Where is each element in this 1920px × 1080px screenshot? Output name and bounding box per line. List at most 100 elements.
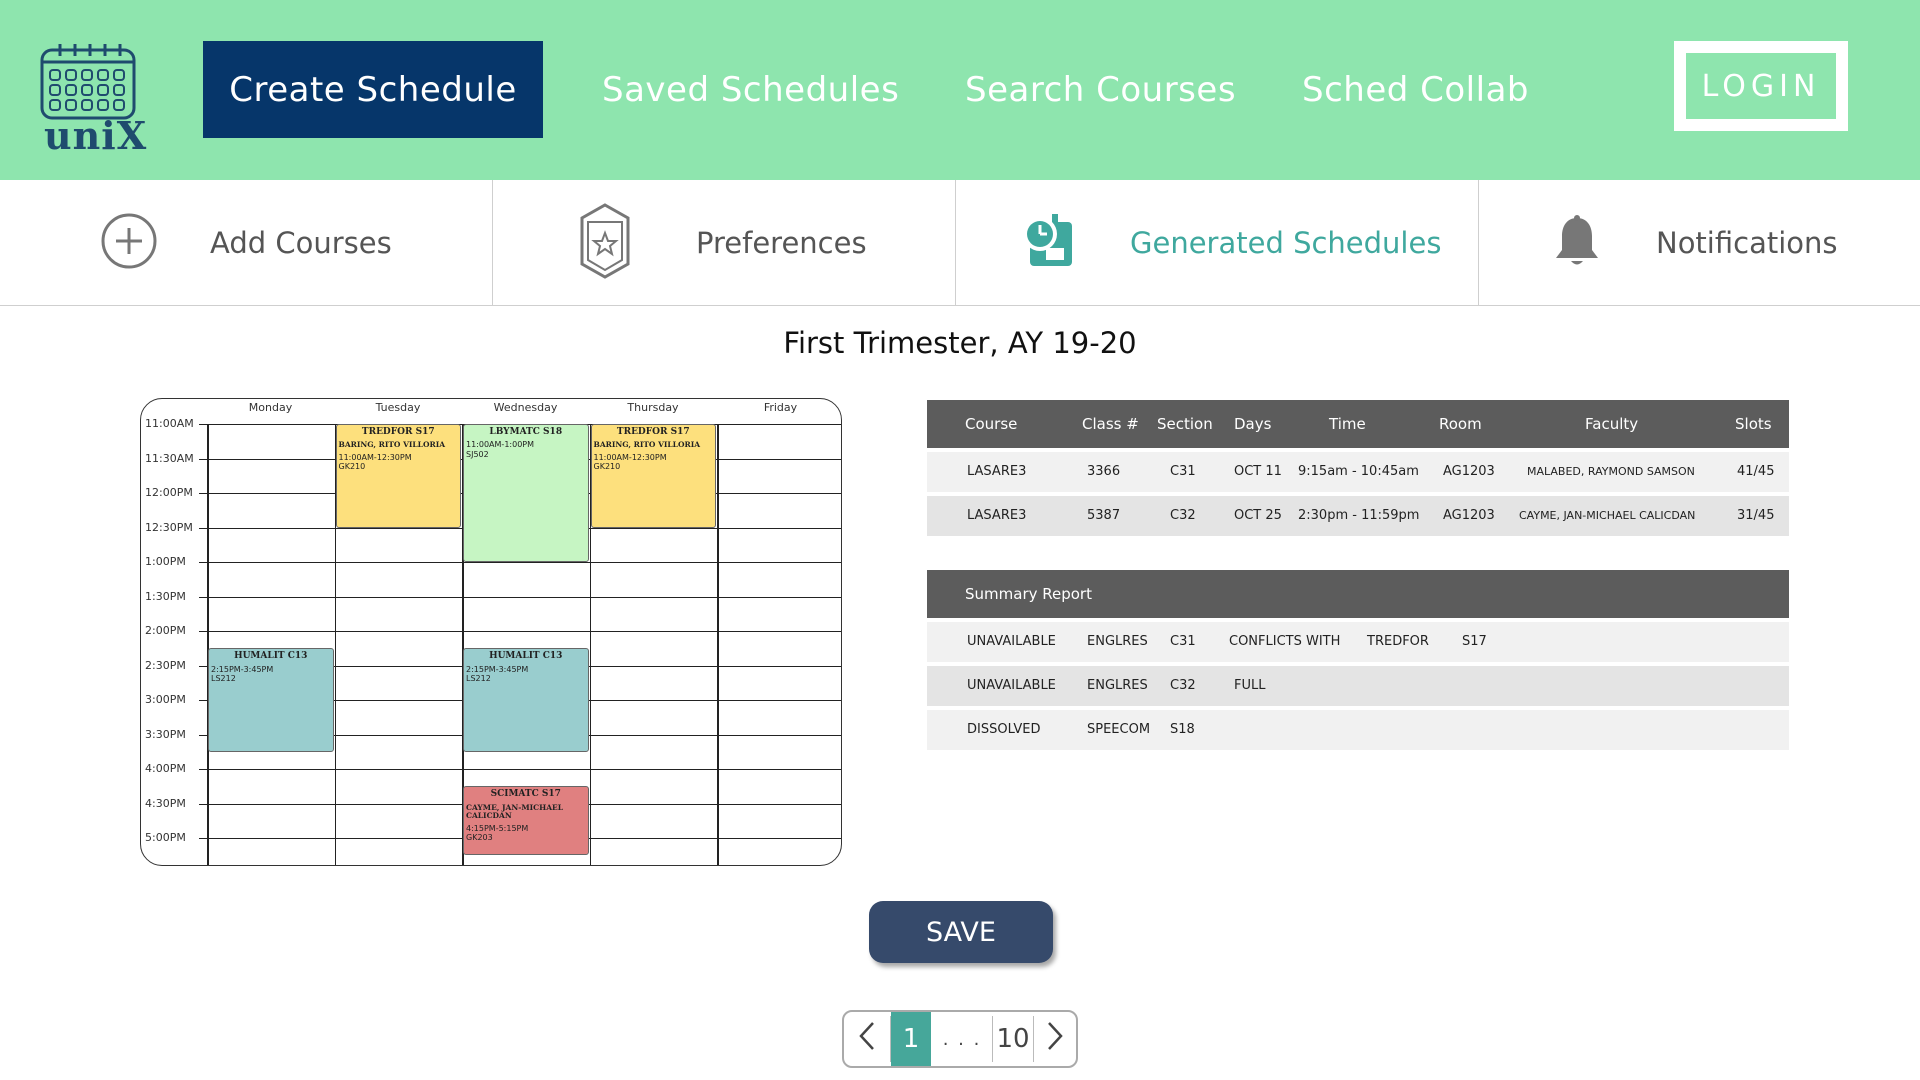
nav-search-courses[interactable]: Search Courses (965, 41, 1236, 138)
nav-create-schedule[interactable]: Create Schedule (203, 41, 543, 138)
cell-section: C32 (1170, 678, 1196, 693)
cell-room: AG1203 (1443, 508, 1495, 523)
tab-notifications[interactable]: Notifications (1554, 180, 1838, 306)
tab-notifications-label: Notifications (1656, 226, 1838, 260)
nav-sched-collab[interactable]: Sched Collab (1302, 41, 1529, 138)
summary-row: DISSOLVED SPEECOM S18 (927, 710, 1789, 750)
time-label: 11:00AM (145, 417, 194, 430)
chevron-left-icon (858, 1021, 876, 1058)
day-label: Friday (763, 401, 798, 414)
pagination: 1 . . . 10 (842, 1010, 1078, 1068)
summary-report-header: Summary Report (927, 570, 1789, 618)
time-label: 11:30AM (145, 451, 194, 465)
col-time: Time (1329, 415, 1366, 433)
cell-class-number: 3366 (1087, 464, 1121, 479)
page-last[interactable]: 10 (993, 1012, 1033, 1066)
col-days: Days (1234, 415, 1272, 433)
class-block-time: 2:15PM-3:45PM (211, 664, 274, 674)
day-label: Monday (248, 401, 293, 414)
class-block[interactable]: TREDFOR S17 BARING, RITO VILLORIA 11:00AM-… (590, 424, 716, 528)
login-button[interactable]: LOGIN (1674, 41, 1848, 131)
day-label: Thursday (627, 401, 679, 414)
cell-section: S18 (1170, 722, 1195, 737)
col-class-number: Class # (1082, 415, 1139, 433)
class-block-time: 2:15PM-3:45PM (466, 664, 529, 674)
time-label: 1:00PM (145, 555, 186, 568)
time-tick (199, 769, 207, 770)
cell-status: UNAVAILABLE (967, 678, 1056, 693)
cell-section: C31 (1170, 634, 1196, 649)
sub-tabs: Add Courses Preferences Generated Schedu… (0, 180, 1920, 306)
class-block-faculty: BARING, RITO VILLORIA (338, 440, 446, 450)
cell-course: ENGLRES (1087, 634, 1148, 649)
class-block-room: LS212 (466, 673, 491, 683)
tab-divider (1478, 180, 1479, 306)
weekly-calendar: Monday Tuesday Wednesday Thursday Friday 11:0… (140, 398, 842, 866)
day-label: Tuesday (375, 401, 421, 414)
cell-status: UNAVAILABLE (967, 634, 1056, 649)
time-tick (199, 734, 207, 736)
next-page-button[interactable] (1034, 1012, 1076, 1066)
top-navbar: uniX Create Schedule Saved Schedules Sea… (0, 0, 1920, 180)
tab-add-courses[interactable]: Add Courses (100, 180, 392, 306)
page-ellipsis: . . . (942, 1028, 982, 1050)
time-label: 3:30PM (145, 727, 186, 741)
col-slots: Slots (1735, 415, 1772, 433)
time-label: 3:00PM (145, 693, 186, 706)
table-row[interactable]: LASARE3 5387 C32 OCT 25 2:30pm - 11:59pm… (927, 496, 1789, 536)
table-row[interactable]: LASARE3 3366 C31 OCT 11 9:15am - 10:45am… (927, 452, 1789, 492)
nav-saved-schedules[interactable]: Saved Schedules (602, 41, 899, 138)
prev-page-button[interactable] (844, 1012, 890, 1066)
cell-time: 2:30pm - 11:59pm (1298, 508, 1420, 523)
time-label: 1:30PM (145, 589, 186, 603)
class-block-title: SCIMATC S17 (490, 789, 561, 800)
tab-preferences[interactable]: Preferences (578, 180, 867, 306)
time-tick (199, 665, 207, 667)
cell-slots: 41/45 (1737, 464, 1775, 479)
class-block[interactable]: HUMALIT C13 2:15PM-3:45PM LS212 (463, 648, 589, 752)
time-tick (199, 803, 207, 805)
cell-class-number: 5387 (1087, 508, 1121, 523)
time-tick (199, 631, 207, 632)
time-label: 12:00PM (145, 486, 193, 499)
cell-course: LASARE3 (967, 508, 1027, 523)
time-tick (199, 562, 207, 563)
tab-divider (492, 180, 493, 306)
class-block-title: TREDFOR S17 (616, 427, 690, 437)
class-block-faculty: CAYME, JAN-MICHAEL CALICDAN (466, 802, 564, 821)
class-block-title: HUMALIT C13 (489, 651, 563, 662)
tab-generated-schedules[interactable]: Generated Schedules (1020, 180, 1441, 306)
cell-conflict-course: TREDFOR (1367, 634, 1429, 649)
grid-row-line (207, 596, 841, 598)
class-block[interactable]: LBYMATC S18 11:00AM-1:00PM SJ502 (463, 424, 589, 562)
class-block[interactable]: HUMALIT C13 2:15PM-3:45PM LS212 (208, 648, 334, 752)
time-tick (199, 700, 207, 701)
cell-course: ENGLRES (1087, 678, 1148, 693)
grid-row-line (207, 631, 841, 632)
save-button[interactable]: SAVE (869, 901, 1053, 963)
col-faculty: Faculty (1585, 415, 1639, 433)
grid-column-line (207, 424, 209, 865)
cell-days: OCT 25 (1234, 508, 1282, 523)
time-label: 12:30PM (145, 520, 193, 534)
tab-divider (955, 180, 956, 306)
logo-text: uniX (44, 113, 148, 158)
col-room: Room (1439, 415, 1482, 433)
page-current[interactable]: 1 (891, 1012, 931, 1066)
summary-row: UNAVAILABLE ENGLRES C31 CONFLICTS WITH T… (927, 622, 1789, 662)
cell-time: 9:15am - 10:45am (1298, 464, 1419, 479)
class-block[interactable]: SCIMATC S17 CAYME, JAN-MICHAEL CALICDAN 4:… (463, 786, 589, 856)
class-block-time: 11:00AM-1:00PM (466, 440, 535, 450)
courses-table-header: Course Class # Section Days Time Room Fa… (927, 400, 1789, 448)
plus-circle-icon (100, 212, 158, 274)
class-block[interactable]: TREDFOR S17 BARING, RITO VILLORIA 11:00AM-… (335, 424, 461, 528)
time-label: 2:30PM (145, 658, 186, 672)
time-tick (199, 458, 207, 460)
tab-preferences-label: Preferences (696, 226, 867, 260)
cell-status: DISSOLVED (967, 722, 1041, 737)
class-block-room: SJ502 (466, 449, 489, 459)
cell-reason: FULL (1234, 678, 1266, 693)
class-block-time: 11:00AM-12:30PM (338, 452, 412, 462)
time-tick (199, 527, 207, 529)
time-tick (199, 838, 207, 839)
